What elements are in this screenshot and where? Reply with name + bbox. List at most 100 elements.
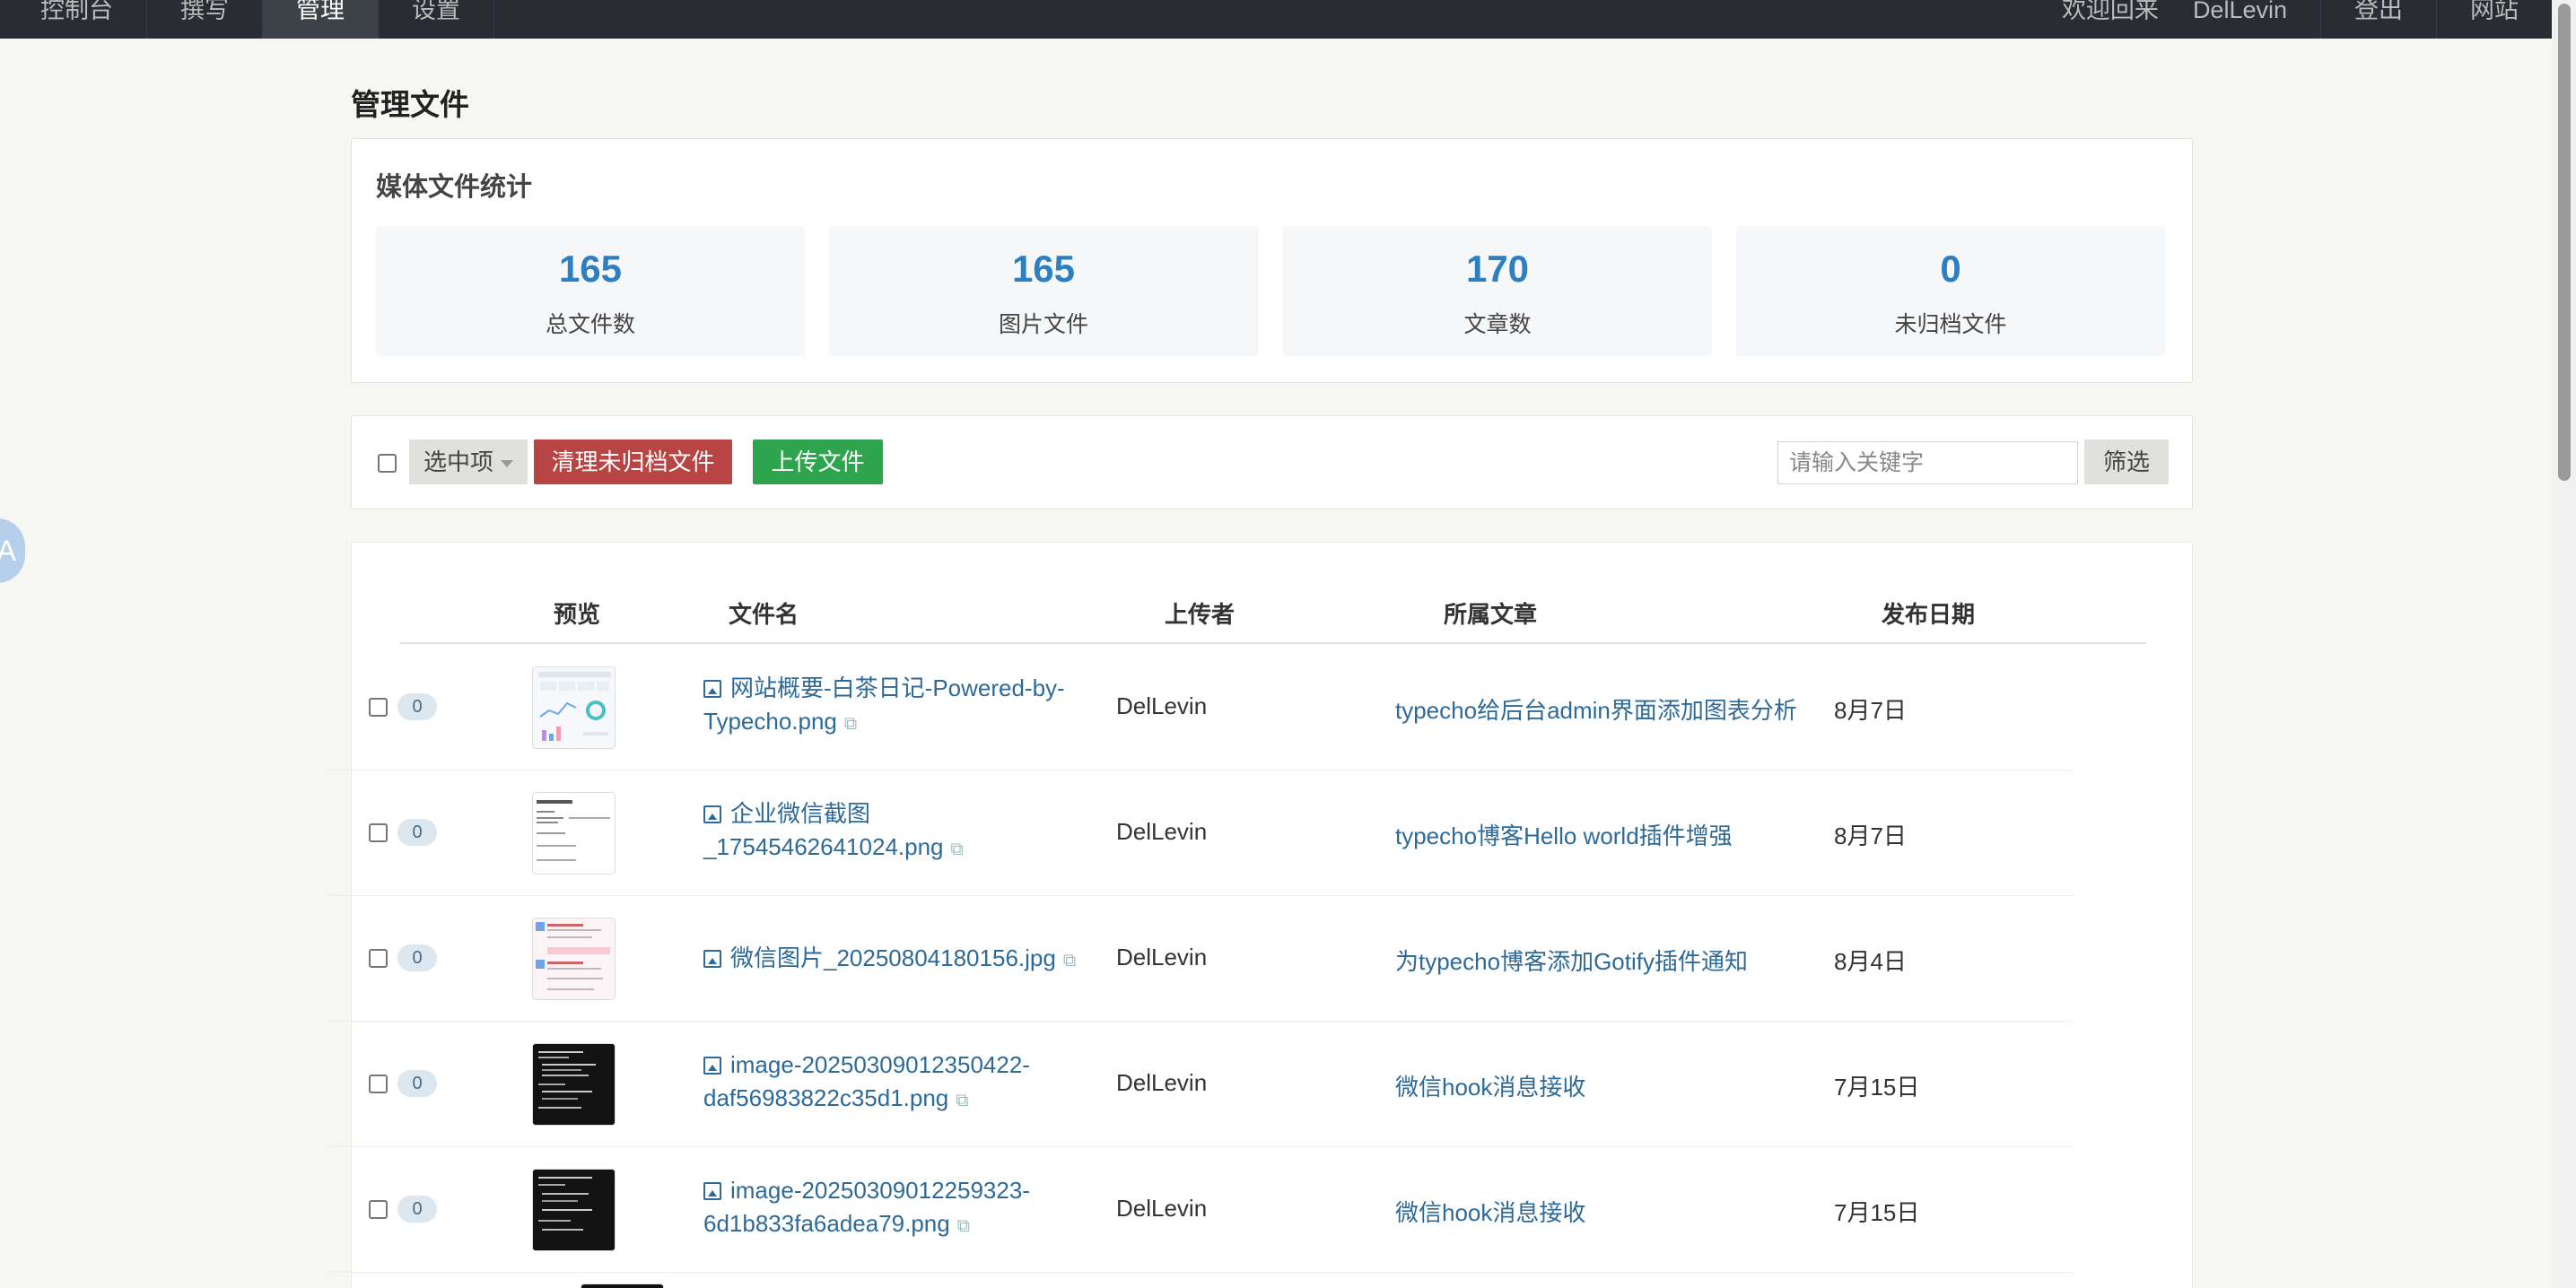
top-navbar: 控制台 撰写 管理 设置 欢迎回来 DelLevin 登出 网站 [0, 0, 2552, 39]
file-name-link[interactable]: image-20250309012350422-daf56983822c35d1… [703, 1049, 1107, 1118]
header-filename: 文件名 [729, 601, 799, 628]
external-link-icon[interactable]: ⧉ [844, 708, 857, 741]
text-screenshot-preview-image [533, 793, 615, 874]
stat-card-image-files: 165 图片文件 [829, 226, 1258, 356]
stat-label: 未归档文件 [1894, 312, 2007, 337]
table-header: 预览 文件名 上传者 所属文章 发布日期 [399, 587, 2146, 644]
scrollbar-thumb[interactable] [2558, 4, 2571, 481]
usage-count-badge: 0 [397, 693, 437, 720]
selected-actions-dropdown[interactable]: 选中项 [409, 439, 528, 484]
stat-card-total-files: 165 总文件数 [376, 226, 805, 356]
file-name-text: 微信图片_20250804180156.jpg [730, 944, 1056, 971]
publish-date: 8月4日 [1834, 948, 1907, 975]
external-link-icon[interactable]: ⧉ [956, 1084, 968, 1118]
external-link-icon[interactable]: ⧉ [957, 1210, 970, 1243]
stats-title: 媒体文件统计 [376, 173, 533, 202]
select-all-checkbox[interactable] [378, 454, 397, 473]
file-name-link[interactable]: 网站概要-白茶日记-Powered-by-Typecho.png ⧉ [703, 672, 1107, 741]
file-name-text: 企业微信截图_17545462641024.png [703, 800, 944, 860]
row-checkbox[interactable] [369, 949, 388, 968]
uploader-name: DelLevin [1116, 1195, 1208, 1222]
media-stats-panel: 媒体文件统计 165 总文件数 165 图片文件 170 文章数 0 未归档文件 [351, 138, 2193, 383]
uploader-name: DelLevin [1116, 1069, 1208, 1096]
logout-link[interactable]: 登出 [2320, 0, 2436, 39]
file-thumbnail[interactable] [532, 1169, 616, 1251]
file-name-text: image-20250309012259323-6d1b833fa6adea79… [703, 1177, 1030, 1237]
usage-count-badge: 0 [397, 1070, 437, 1097]
file-table: 预览 文件名 上传者 所属文章 发布日期 0 网站概要-白茶日记-Powered… [327, 542, 2193, 1288]
stat-value: 0 [1940, 248, 1961, 290]
file-name-link[interactable]: 微信图片_20250804180156.jpg ⧉ [703, 942, 1107, 978]
stat-label: 图片文件 [998, 312, 1088, 337]
table-row: 0 image-20250309012350422-daf56983822c35… [327, 1022, 2074, 1147]
article-link[interactable]: typecho给后台admin界面添加图表分析 [1395, 692, 1797, 726]
stat-label: 总文件数 [545, 312, 635, 337]
image-file-icon [703, 1182, 721, 1200]
dashboard-preview-image [533, 667, 615, 748]
table-row: 0 企业微信截图_17545462641024.png ⧉ DelLevin ty… [327, 770, 2074, 896]
upload-file-button[interactable]: 上传文件 [753, 439, 883, 484]
floating-avatar[interactable]: A [0, 518, 25, 583]
file-toolbar: 选中项 清理未归档文件 上传文件 请输入关键字 筛选 [351, 415, 2193, 509]
selected-actions-label: 选中项 [423, 448, 493, 475]
uploader-name: DelLevin [1116, 818, 1208, 845]
terminal-preview-image [533, 1044, 615, 1125]
article-link[interactable]: 微信hook消息接收 [1395, 1069, 1585, 1102]
row-checkbox[interactable] [369, 1200, 388, 1219]
stat-label: 文章数 [1463, 312, 1532, 337]
table-row: 0 image-20250309012259323-6d1b833fa6adea… [327, 1147, 2074, 1273]
image-file-icon [703, 950, 721, 968]
image-file-icon [703, 680, 721, 698]
nav-manage[interactable]: 管理 [263, 0, 379, 39]
stat-value: 165 [1011, 248, 1076, 290]
table-row: 0 网站概要-白茶日记-Powered-by-Typecho.png ⧉ DelL… [327, 645, 2074, 770]
row-checkbox[interactable] [369, 1075, 388, 1093]
keyword-search-input[interactable]: 请输入关键字 [1777, 441, 2078, 484]
publish-date: 7月15日 [1834, 1199, 1920, 1226]
file-name-link[interactable]: 企业微信截图_17545462641024.png ⧉ [703, 797, 1107, 866]
stat-value: 170 [1465, 248, 1530, 290]
file-thumbnail[interactable] [532, 1043, 616, 1126]
usage-count-badge: 0 [397, 944, 437, 971]
welcome-text: 欢迎回来 [2061, 0, 2159, 23]
uploader-name: DelLevin [1116, 692, 1208, 719]
file-thumbnail[interactable] [532, 918, 616, 1000]
filter-button[interactable]: 筛选 [2084, 439, 2169, 484]
header-article: 所属文章 [1444, 601, 1538, 628]
header-preview: 预览 [554, 601, 601, 628]
caret-down-icon [501, 460, 513, 468]
publish-date: 8月7日 [1834, 822, 1907, 849]
nav-dashboard[interactable]: 控制台 [0, 0, 147, 39]
file-thumbnail[interactable] [532, 792, 616, 875]
article-link[interactable]: 微信hook消息接收 [1395, 1195, 1585, 1228]
article-link[interactable]: 为typecho博客添加Gotify插件通知 [1395, 944, 1748, 977]
nav-write[interactable]: 撰写 [147, 0, 263, 39]
image-file-icon [703, 805, 721, 823]
file-thumbnail[interactable] [532, 666, 616, 749]
page-scrollbar[interactable] [2552, 0, 2576, 1288]
user-profile-link[interactable]: DelLevin [2170, 0, 2320, 39]
image-file-icon [703, 1057, 721, 1075]
page-title: 管理文件 [351, 88, 469, 121]
article-link[interactable]: typecho博客Hello world插件增强 [1395, 818, 1733, 851]
nav-settings[interactable]: 设置 [379, 0, 494, 39]
external-link-icon[interactable]: ⧉ [1063, 944, 1076, 978]
file-name-text: 网站概要-白茶日记-Powered-by-Typecho.png [703, 674, 1065, 735]
file-name-link[interactable]: image-20250309012259323-6d1b833fa6adea79… [703, 1174, 1107, 1243]
terminal-preview-image [533, 1170, 615, 1250]
usage-count-badge: 0 [397, 819, 437, 846]
publish-date: 8月7日 [1834, 697, 1907, 724]
external-link-icon[interactable]: ⧉ [951, 833, 964, 866]
site-link[interactable]: 网站 [2436, 0, 2552, 39]
main-nav: 控制台 撰写 管理 设置 [0, 0, 494, 39]
user-nav: 欢迎回来 DelLevin 登出 网站 [2029, 0, 2552, 39]
row-checkbox[interactable] [369, 698, 388, 717]
header-uploader: 上传者 [1165, 601, 1236, 628]
clean-unarchived-button[interactable]: 清理未归档文件 [534, 439, 732, 484]
stat-card-articles: 170 文章数 [1283, 226, 1712, 356]
table-row: 0 微信图片_20250804180156.jpg ⧉ DelLevin 为typ… [327, 896, 2074, 1022]
file-thumbnail[interactable] [581, 1284, 664, 1288]
stat-card-unarchived: 0 未归档文件 [1736, 226, 2165, 356]
file-name-text: image-20250309012350422-daf56983822c35d1… [703, 1051, 1030, 1111]
row-checkbox[interactable] [369, 823, 388, 842]
